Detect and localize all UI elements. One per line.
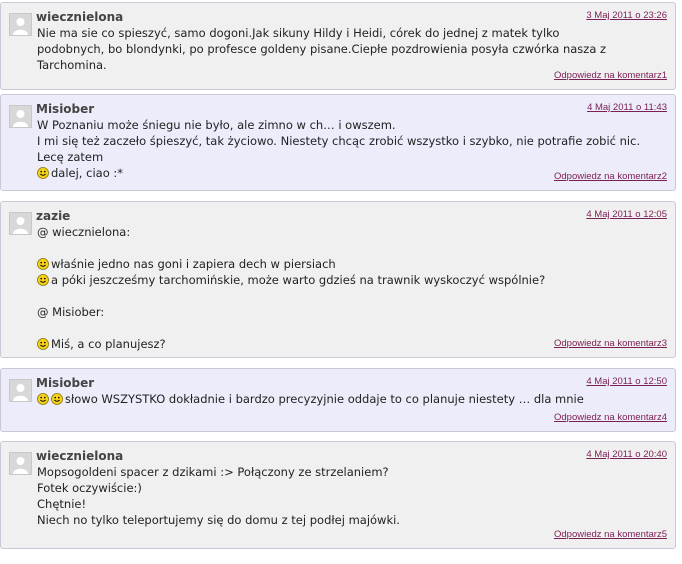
comment-line: Nie ma sie co spieszyć, samo dogoni.Jak …	[37, 26, 560, 40]
reply-link[interactable]: Odpowiedz na komentarz4	[554, 412, 667, 423]
comment-line: @ wiecznielona:	[37, 225, 131, 239]
comment-line: Miś, a co planujesz?	[51, 337, 166, 351]
reply-link[interactable]: Odpowiedz na komentarz3	[554, 338, 667, 349]
default-avatar-icon	[9, 452, 32, 475]
comment-line: I mi się też zaczeło śpieszyć, tak życio…	[37, 134, 641, 164]
comment-body: Mopsogoldeni spacer z dzikami :> Połączo…	[37, 464, 665, 528]
comment-2: Misiober 4 Maj 2011 o 11:43 W Poznaniu m…	[0, 94, 676, 191]
comment-date-link[interactable]: 4 Maj 2011 o 20:40	[586, 449, 667, 460]
comment-line: podobnych, bo blondynki, po profesce gol…	[37, 42, 607, 72]
comment-line: Niech no tylko teleportujemy się do domu…	[37, 513, 400, 527]
default-avatar-icon	[9, 13, 32, 36]
comment-line-with-smiley: a póki jeszcześmy tarchomińskie, może wa…	[37, 272, 665, 288]
comment-5: wiecznielona 4 Maj 2011 o 20:40 Mopsogol…	[0, 441, 676, 549]
comment-line: właśnie jedno nas goni i zapiera dech w …	[51, 257, 336, 271]
default-avatar-icon	[9, 212, 32, 235]
smiley-icon	[37, 274, 49, 286]
default-avatar-icon	[9, 105, 32, 128]
comment-line-with-smiley: właśnie jedno nas goni i zapiera dech w …	[37, 256, 665, 272]
smiley-icon	[51, 393, 63, 405]
reply-link[interactable]: Odpowiedz na komentarz2	[554, 171, 667, 182]
smiley-icon	[37, 338, 49, 350]
comment-date-link[interactable]: 4 Maj 2011 o 11:43	[587, 102, 667, 113]
comment-line: a póki jeszcześmy tarchomińskie, może wa…	[51, 273, 546, 287]
comment-line-with-smiley: słowo WSZYSTKO dokładnie i bardzo precyz…	[37, 391, 665, 407]
comment-line: @ Misiober:	[37, 305, 105, 319]
comment-author[interactable]: wiecznielona	[36, 449, 123, 463]
smiley-icon	[37, 167, 49, 179]
comment-author[interactable]: zazie	[36, 209, 70, 223]
comment-line: Mopsogoldeni spacer z dzikami :> Połączo…	[37, 465, 389, 479]
comment-1: wiecznielona 3 Maj 2011 o 23:26 Nie ma s…	[0, 2, 676, 90]
comment-date-link[interactable]: 4 Maj 2011 o 12:50	[586, 376, 667, 387]
reply-link[interactable]: Odpowiedz na komentarz1	[554, 70, 667, 81]
comment-author[interactable]: Misiober	[36, 102, 94, 116]
comment-line: dalej, ciao :*	[51, 166, 124, 180]
comment-author[interactable]: Misiober	[36, 376, 94, 390]
comment-body: Nie ma sie co spieszyć, samo dogoni.Jak …	[37, 25, 665, 73]
comment-line: słowo WSZYSTKO dokładnie i bardzo precyz…	[65, 392, 584, 406]
smiley-icon	[37, 393, 49, 405]
comment-date-link[interactable]: 3 Maj 2011 o 23:26	[586, 10, 667, 21]
reply-link[interactable]: Odpowiedz na komentarz5	[554, 529, 667, 540]
default-avatar-icon	[9, 379, 32, 402]
comment-body: słowo WSZYSTKO dokładnie i bardzo precyz…	[37, 391, 665, 407]
comment-author[interactable]: wiecznielona	[36, 10, 123, 24]
comment-line: W Poznaniu może śniegu nie było, ale zim…	[37, 118, 396, 132]
comment-date-link[interactable]: 4 Maj 2011 o 12:05	[586, 209, 667, 220]
comment-line: Chętnie!	[37, 497, 87, 511]
smiley-icon	[37, 258, 49, 270]
comment-3: zazie 4 Maj 2011 o 12:05 @ wiecznielona:…	[0, 201, 676, 358]
comment-4: Misiober 4 Maj 2011 o 12:50 słowo WSZYST…	[0, 368, 676, 432]
comment-body: @ wiecznielona: właśnie jedno nas goni i…	[37, 224, 665, 352]
comment-line: Fotek oczywiście:)	[37, 481, 142, 495]
